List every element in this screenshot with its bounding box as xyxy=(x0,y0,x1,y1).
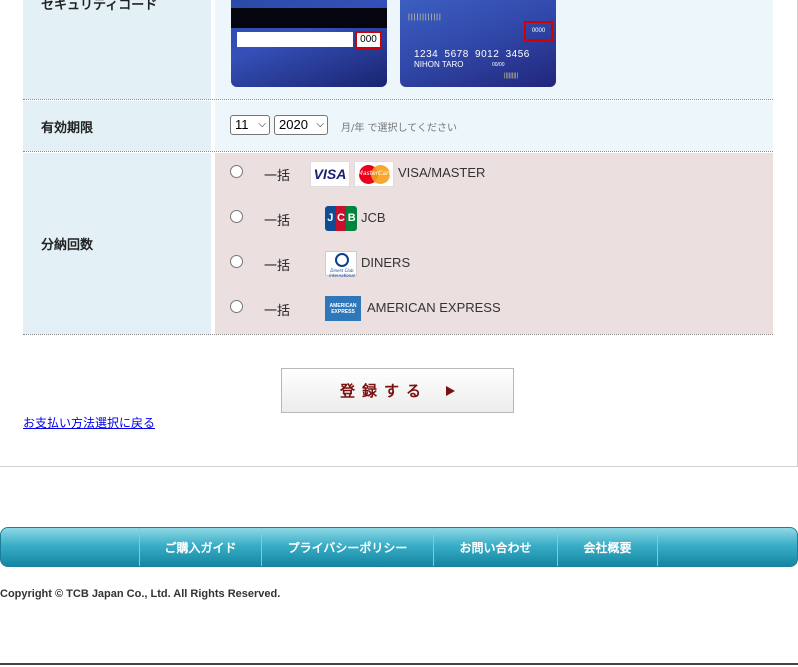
chevron-down-icon: ⌵ xyxy=(258,119,266,130)
radio-jcb[interactable] xyxy=(230,210,243,223)
expiry-row: 有効期限 11 ⌵ 2020 ⌵ 月/年 で選択してください xyxy=(23,101,773,152)
security-code-row: セキュリティコード 000 |||||||||||| 0000 1234 567… xyxy=(23,0,773,100)
card-number: 1234 5678 9012 3456 xyxy=(414,49,530,60)
installment-option-diners: 一括 Diners Club International DINERS xyxy=(215,243,773,283)
footer-nav-privacy-policy[interactable]: プライバシーポリシー xyxy=(261,528,433,566)
payment-type-label: 一括 xyxy=(264,259,291,274)
installment-option-jcb: 一括 JCB JCB xyxy=(215,198,773,238)
register-button-label: 登録する xyxy=(339,382,428,400)
installments-row: 分納回数 一括 VISA MasterCard VISA/MASTER 一括 J… xyxy=(23,153,773,335)
amex-logo-icon: AMERICAN EXPRESS xyxy=(325,296,361,321)
installments-cell: 一括 VISA MasterCard VISA/MASTER 一括 JCB JC… xyxy=(215,153,773,334)
expiry-cell: 11 ⌵ 2020 ⌵ 月/年 で選択してください xyxy=(215,101,773,151)
footer-nav-purchase-guide[interactable]: ご購入ガイド xyxy=(139,528,261,566)
security-code-label: セキュリティコード xyxy=(23,0,211,99)
expiry-month-value: 11 xyxy=(235,117,249,132)
expiry-year-select[interactable]: 2020 ⌵ xyxy=(274,115,328,135)
card-front-image: |||||||||||| 0000 1234 5678 9012 3456 NI… xyxy=(400,0,556,87)
card-front-dots-bottom: ||||||||| xyxy=(504,73,519,79)
back-to-payment-method-link[interactable]: お支払い方法選択に戻る xyxy=(23,414,155,431)
card-back-code: 000 xyxy=(355,31,382,49)
brand-label: AMERICAN EXPRESS xyxy=(367,300,501,315)
installment-option-amex: 一括 AMERICAN EXPRESS AMERICAN EXPRESS xyxy=(215,288,773,328)
copyright-text: Copyright © TCB Japan Co., Ltd. All Righ… xyxy=(0,588,281,600)
installments-label: 分納回数 xyxy=(23,153,211,334)
card-front-code: 0000 xyxy=(524,21,553,41)
card-expiry: 00/00 xyxy=(492,62,505,68)
mastercard-logo-icon: MasterCard xyxy=(354,161,394,187)
installment-option-visa-master: 一括 VISA MasterCard VISA/MASTER xyxy=(215,153,773,193)
play-arrow-icon xyxy=(446,385,455,396)
footer-nav: ご購入ガイド プライバシーポリシー お問い合わせ 会社概要 xyxy=(0,527,798,567)
security-code-cell: 000 |||||||||||| 0000 1234 5678 9012 345… xyxy=(215,0,773,99)
brand-label: VISA/MASTER xyxy=(398,165,486,180)
payment-type-label: 一括 xyxy=(264,169,291,184)
bottom-divider xyxy=(0,663,798,665)
brand-label: DINERS xyxy=(361,255,411,270)
visa-logo-icon: VISA xyxy=(310,161,350,187)
card-holder-name: NIHON TARO xyxy=(414,60,464,69)
diners-logo-icon: Diners Club International xyxy=(325,251,357,278)
payment-form-panel: セキュリティコード 000 |||||||||||| 0000 1234 567… xyxy=(0,0,798,467)
payment-type-label: 一括 xyxy=(264,214,291,229)
expiry-label: 有効期限 xyxy=(23,101,211,151)
jcb-logo-icon: JCB xyxy=(325,206,357,231)
card-back-image: 000 xyxy=(231,0,387,87)
expiry-hint: 月/年 で選択してください xyxy=(341,123,457,134)
footer-nav-company[interactable]: 会社概要 xyxy=(557,528,658,566)
expiry-year-value: 2020 xyxy=(279,117,308,132)
radio-diners[interactable] xyxy=(230,255,243,268)
footer-nav-contact[interactable]: お問い合わせ xyxy=(433,528,557,566)
card-front-dots: |||||||||||| xyxy=(408,14,442,21)
register-button[interactable]: 登録する xyxy=(281,368,514,413)
payment-type-label: 一括 xyxy=(264,304,291,319)
radio-visa-master[interactable] xyxy=(230,165,243,178)
signature-strip xyxy=(237,32,353,47)
expiry-month-select[interactable]: 11 ⌵ xyxy=(230,115,270,135)
radio-amex[interactable] xyxy=(230,300,243,313)
magnetic-stripe xyxy=(231,8,387,28)
brand-label: JCB xyxy=(361,210,386,225)
chevron-down-icon: ⌵ xyxy=(316,119,324,130)
